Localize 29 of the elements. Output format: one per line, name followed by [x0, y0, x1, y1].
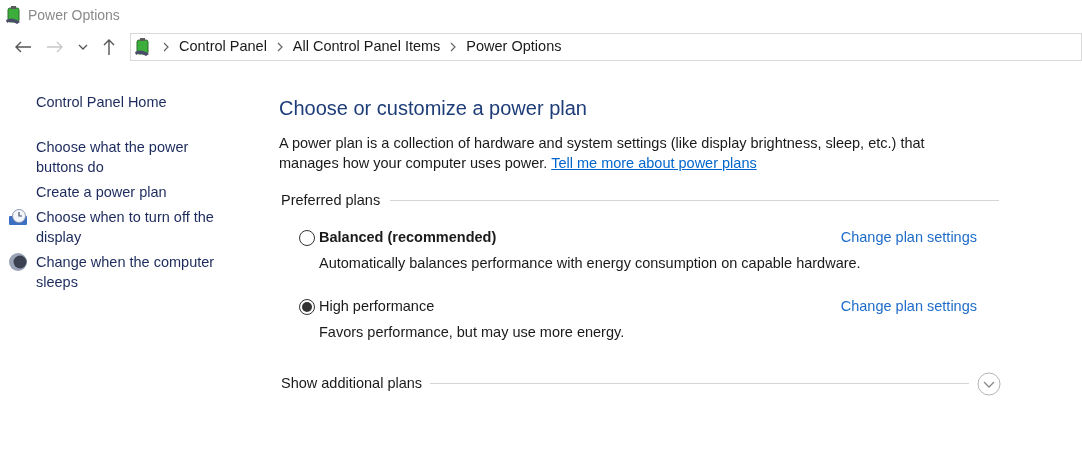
- up-arrow-icon[interactable]: [102, 38, 116, 56]
- change-plan-link[interactable]: Change plan settings: [840, 296, 977, 318]
- dropdown-chevron-icon[interactable]: [78, 43, 88, 51]
- sidebar-link[interactable]: Choose when to turn off the display: [36, 207, 236, 247]
- breadcrumb[interactable]: Power Options: [466, 36, 562, 58]
- address-bar[interactable]: Control Panel All Control Panel Items Power Options: [130, 33, 1082, 61]
- intro-text: A power plan is a collection of hardware and system settings (like display brightness, sleep, etc.) that manages how your computer uses power. Tell me more about power plans: [279, 134, 926, 173]
- expander-label[interactable]: Show additional plans: [281, 372, 423, 395]
- breadcrumb[interactable]: All Control Panel Items: [292, 36, 441, 58]
- plan-name[interactable]: Balanced (recommended): [319, 226, 497, 249]
- sidebar-link[interactable]: Choose what the power buttons do: [36, 137, 236, 177]
- plan-name[interactable]: High performance: [319, 296, 435, 318]
- page-heading: Choose or customize a power plan: [279, 96, 588, 121]
- group-title: Preferred plans: [281, 191, 381, 210]
- plan-description: Favors performance, but may use more energy.: [318, 323, 626, 342]
- window-title: Power Options: [28, 5, 120, 25]
- chevron-icon: [450, 42, 457, 52]
- sidebar-link[interactable]: Create a power plan: [36, 182, 236, 202]
- clock-icon: [8, 208, 28, 226]
- breadcrumb[interactable]: Control Panel: [179, 36, 267, 58]
- chevron-icon: [276, 42, 283, 52]
- back-arrow-icon[interactable]: [14, 40, 32, 54]
- chevron-icon: [163, 42, 169, 52]
- sidebar-link[interactable]: Change when the computer sleeps: [36, 252, 236, 292]
- plan-description: Automatically balances performance with energy consumption on capable hardware.: [318, 253, 862, 273]
- sidebar-link[interactable]: Control Panel Home: [36, 92, 236, 112]
- help-link[interactable]: Tell me more about power plans: [551, 155, 757, 171]
- moon-icon: [8, 252, 28, 272]
- change-plan-link[interactable]: Change plan settings: [840, 226, 977, 249]
